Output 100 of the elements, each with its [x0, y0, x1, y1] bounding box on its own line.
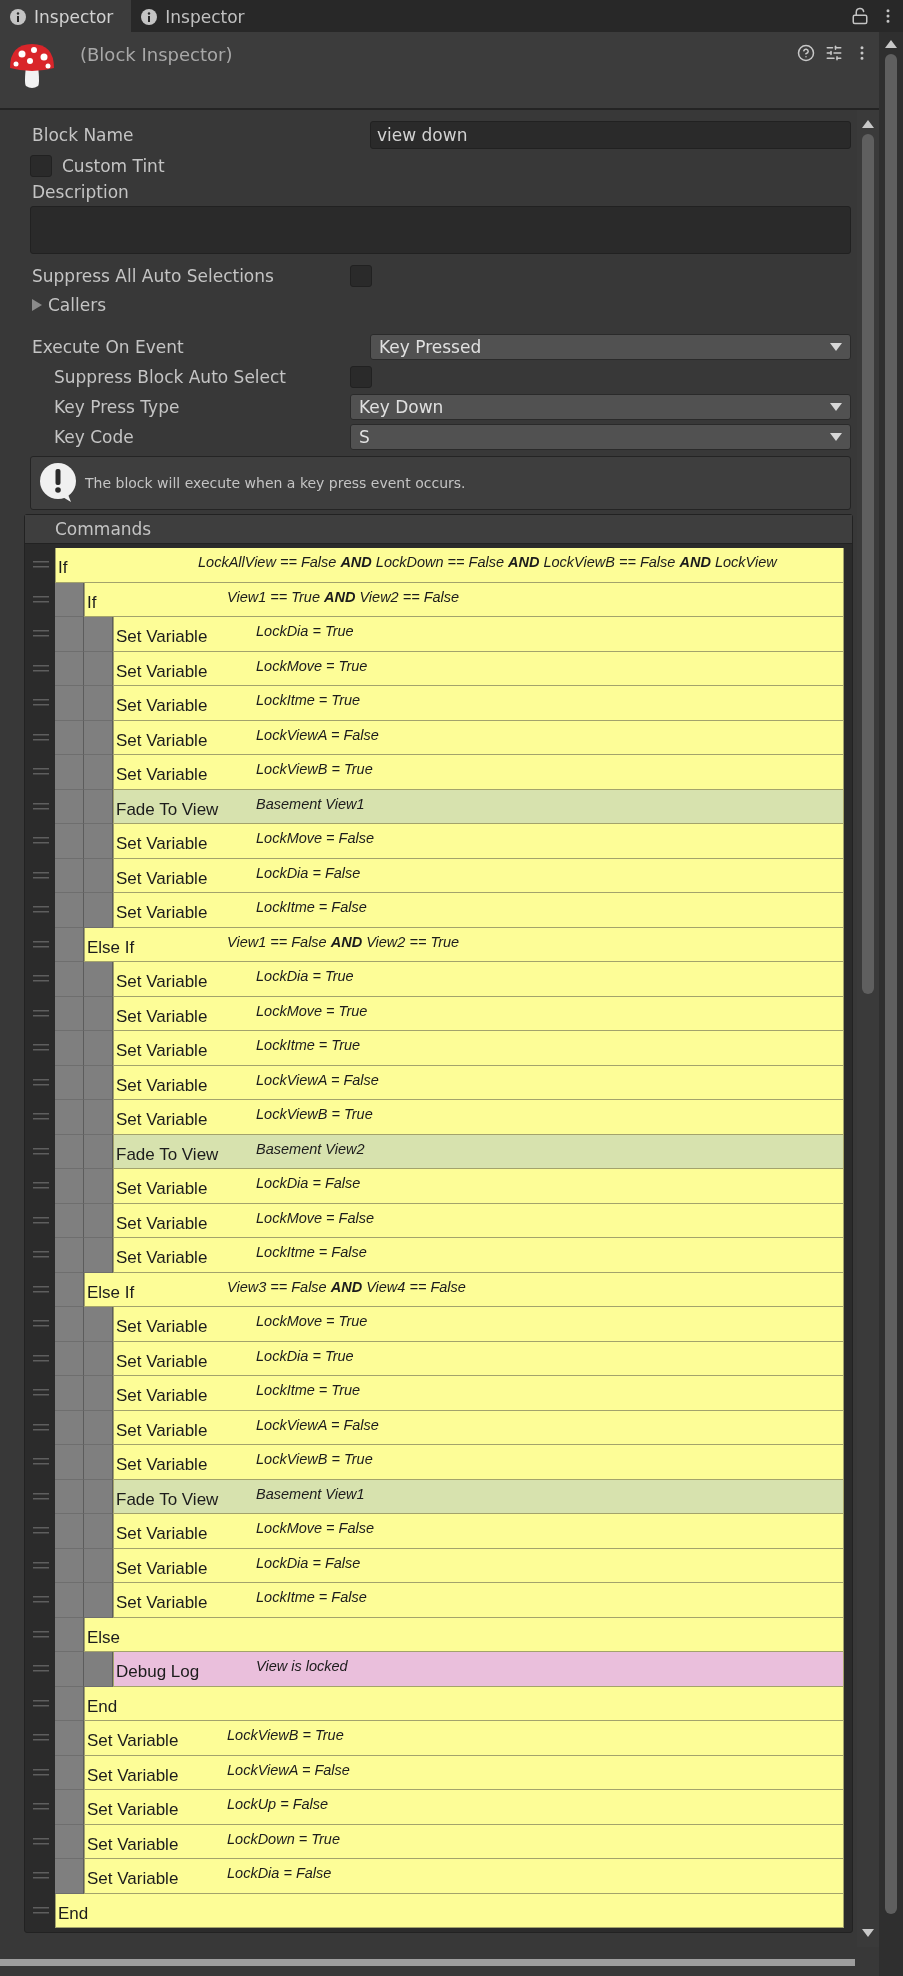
command-item[interactable]: Set Variable LockMove = False	[113, 824, 844, 859]
command-item[interactable]: Set Variable LockUp = False	[84, 1790, 844, 1825]
drag-handle-icon[interactable]	[33, 1734, 49, 1743]
indent-bar	[55, 824, 84, 859]
settings-dropdown[interactable]: S	[350, 424, 851, 450]
command-item[interactable]: End	[84, 1686, 844, 1721]
drag-handle-icon[interactable]	[33, 561, 49, 570]
drag-handle-icon[interactable]	[33, 1492, 49, 1501]
command-item[interactable]: Set Variable LockMove = True	[113, 1307, 844, 1342]
scroll-up-arrow-icon[interactable]	[885, 40, 897, 48]
drag-handle-icon[interactable]	[33, 1078, 49, 1087]
scroll-up-arrow-icon[interactable]	[862, 120, 874, 128]
drag-handle-icon[interactable]	[33, 1044, 49, 1053]
command-item[interactable]: Set Variable LockDia = True	[113, 962, 844, 997]
drag-handle-icon[interactable]	[33, 837, 49, 846]
drag-handle-icon[interactable]	[33, 1699, 49, 1708]
command-item[interactable]: Set Variable LockItme = False	[113, 1238, 844, 1273]
event-dropdown[interactable]: Key Pressed	[370, 334, 851, 360]
command-item[interactable]: If LockAllView == False AND LockDown == False AND LockViewB == False AND LockView	[55, 548, 844, 583]
drag-handle-icon[interactable]	[33, 1665, 49, 1674]
drag-handle-icon[interactable]	[33, 1906, 49, 1915]
lock-icon[interactable]	[851, 7, 869, 25]
collapsed-arrow-icon[interactable]	[32, 299, 42, 311]
drag-handle-icon[interactable]	[33, 1630, 49, 1639]
command-item[interactable]: Fade To View Basement View2	[113, 1134, 844, 1169]
drag-handle-icon[interactable]	[33, 906, 49, 915]
drag-handle-icon[interactable]	[33, 1596, 49, 1605]
drag-handle-icon[interactable]	[33, 1354, 49, 1363]
drag-handle-icon[interactable]	[33, 975, 49, 984]
command-item[interactable]: Set Variable LockViewA = False	[113, 720, 844, 755]
scrollbar-thumb[interactable]	[885, 54, 897, 1914]
drag-handle-icon[interactable]	[33, 1216, 49, 1225]
command-item[interactable]: Set Variable LockViewB = True	[113, 1100, 844, 1135]
drag-handle-icon[interactable]	[33, 1113, 49, 1122]
command-item[interactable]: Set Variable LockDia = False	[113, 1169, 844, 1204]
drag-handle-icon[interactable]	[33, 871, 49, 880]
command-item[interactable]: Else	[84, 1617, 844, 1652]
command-item[interactable]: Set Variable LockMove = True	[113, 996, 844, 1031]
drag-handle-icon[interactable]	[33, 1009, 49, 1018]
indent-bar	[84, 858, 113, 893]
command-item[interactable]: Set Variable LockDia = False	[113, 858, 844, 893]
drag-handle-icon[interactable]	[33, 1285, 49, 1294]
drag-handle-icon[interactable]	[33, 1458, 49, 1467]
drag-handle-icon[interactable]	[33, 1423, 49, 1432]
drag-handle-icon[interactable]	[33, 1251, 49, 1260]
drag-handle-icon[interactable]	[33, 1527, 49, 1536]
command-item[interactable]: Set Variable LockItme = False	[113, 893, 844, 928]
command-item[interactable]: If View1 == True AND View2 == False	[84, 582, 844, 617]
command-item[interactable]: Set Variable LockViewB = True	[84, 1721, 844, 1756]
drag-handle-icon[interactable]	[33, 1320, 49, 1329]
drag-handle-icon[interactable]	[33, 1389, 49, 1398]
scrollbar-thumb[interactable]	[862, 134, 874, 994]
command-item[interactable]: Set Variable LockViewA = False	[84, 1755, 844, 1790]
command-item[interactable]: Set Variable LockItme = False	[113, 1583, 844, 1618]
settings-dropdown[interactable]: Key Down	[350, 394, 851, 420]
horizontal-scrollbar[interactable]	[0, 1959, 855, 1966]
drag-handle-icon[interactable]	[33, 768, 49, 777]
drag-handle-icon[interactable]	[33, 1147, 49, 1156]
command-item[interactable]: Else If View3 == False AND View4 == False	[84, 1272, 844, 1307]
settings-sliders-icon[interactable]	[825, 44, 843, 62]
command-item[interactable]: Set Variable LockViewA = False	[113, 1065, 844, 1100]
command-item[interactable]: Set Variable LockMove = True	[113, 651, 844, 686]
drag-handle-icon[interactable]	[33, 1768, 49, 1777]
command-item[interactable]: Set Variable LockItme = True	[113, 686, 844, 721]
scroll-down-arrow-icon[interactable]	[862, 1929, 874, 1937]
drag-handle-icon[interactable]	[33, 802, 49, 811]
command-item[interactable]: Set Variable LockMove = False	[113, 1203, 844, 1238]
inspector-tab[interactable]: Inspector	[0, 0, 132, 32]
command-item[interactable]: Fade To View Basement View1	[113, 1479, 844, 1514]
command-item[interactable]: Set Variable LockDia = True	[113, 617, 844, 652]
indent-bar	[84, 1065, 113, 1100]
drag-handle-icon[interactable]	[33, 1182, 49, 1191]
command-item[interactable]: Set Variable LockMove = False	[113, 1514, 844, 1549]
drag-handle-icon[interactable]	[33, 699, 49, 708]
command-item[interactable]: Set Variable LockDia = False	[113, 1548, 844, 1583]
help-icon[interactable]	[797, 44, 815, 62]
command-item[interactable]: Set Variable LockItme = True	[113, 1031, 844, 1066]
drag-handle-icon[interactable]	[33, 1837, 49, 1846]
drag-handle-icon[interactable]	[33, 940, 49, 949]
command-item[interactable]: Set Variable LockItme = True	[113, 1376, 844, 1411]
command-item[interactable]: Set Variable LockDown = True	[84, 1824, 844, 1859]
command-item[interactable]: Debug Log View is locked	[113, 1652, 844, 1687]
command-item[interactable]: Else If View1 == False AND View2 == True	[84, 927, 844, 962]
command-item[interactable]: Set Variable LockDia = False	[84, 1859, 844, 1894]
drag-handle-icon[interactable]	[33, 1803, 49, 1812]
field-label: Suppress All Auto Selections	[32, 266, 275, 286]
command-item[interactable]: Set Variable LockViewB = True	[113, 1445, 844, 1480]
command-item[interactable]: Fade To View Basement View1	[113, 789, 844, 824]
drag-handle-icon[interactable]	[33, 595, 49, 604]
drag-handle-icon[interactable]	[33, 1872, 49, 1881]
drag-handle-icon[interactable]	[33, 630, 49, 639]
block-name-field[interactable]: view down	[370, 121, 851, 149]
drag-handle-icon[interactable]	[33, 1561, 49, 1570]
command-item[interactable]: End	[55, 1893, 844, 1928]
dropdown-caret-icon	[830, 403, 842, 411]
drag-handle-icon[interactable]	[33, 733, 49, 742]
drag-handle-icon[interactable]	[33, 664, 49, 673]
command-item[interactable]: Set Variable LockViewB = True	[113, 755, 844, 790]
command-item[interactable]: Set Variable LockViewA = False	[113, 1410, 844, 1445]
command-item[interactable]: Set Variable LockDia = True	[113, 1341, 844, 1376]
